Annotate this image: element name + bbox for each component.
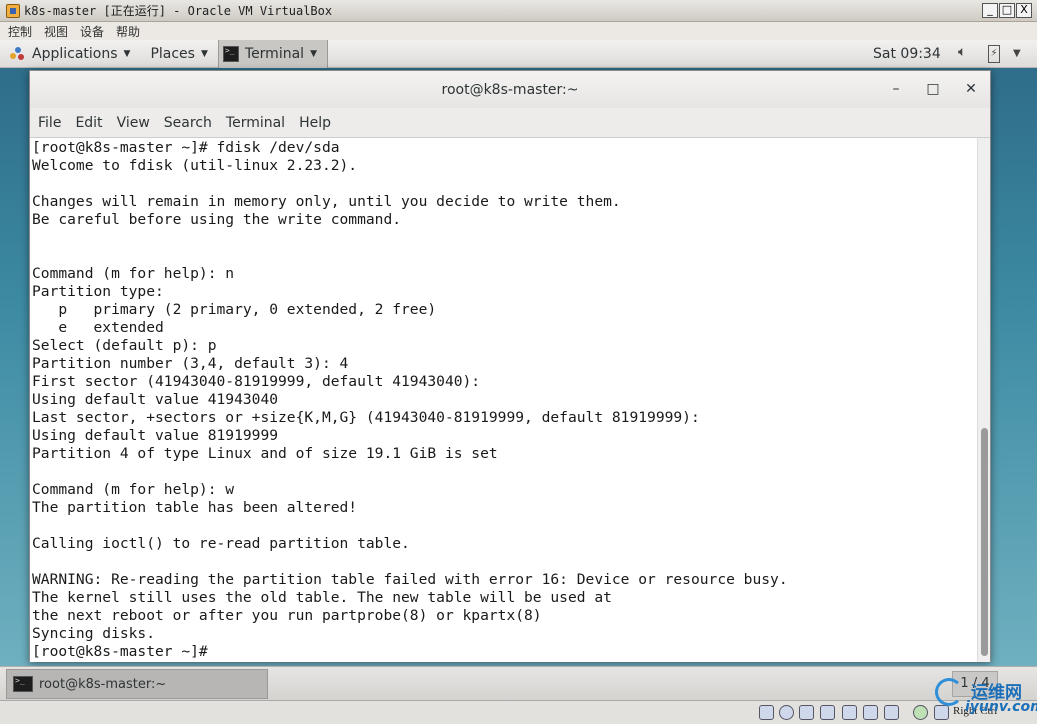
applications-menu[interactable]: Applications ▼: [0, 40, 140, 68]
volume-icon[interactable]: 🔈︎: [958, 44, 966, 60]
terminal-line: p primary (2 primary, 0 extended, 2 free…: [32, 301, 437, 318]
gnome-foot-icon: [10, 46, 24, 61]
terminal-icon: >_: [13, 676, 33, 692]
menu-file[interactable]: File: [38, 115, 68, 131]
watermark-text-url: iyunv.com: [965, 699, 1037, 715]
window-close-button[interactable]: ✕: [963, 81, 979, 97]
watermark-logo: 运维网 iyunv.com: [935, 676, 1037, 720]
menu-help[interactable]: Help: [299, 115, 338, 131]
usb-icon: [884, 705, 899, 720]
terminal-line: the next reboot or after you run partpro…: [32, 607, 542, 624]
terminal-icon: >_: [222, 45, 239, 62]
terminal-menu-label: Terminal: [244, 45, 305, 62]
vbox-menubar: 控制 视图 设备 帮助: [0, 22, 1037, 40]
terminal-line: Partition 4 of type Linux and of size 19…: [32, 445, 498, 462]
shared-folder-icon: [842, 705, 857, 720]
terminal-line: Last sector, +sectors or +size{K,M,G} (4…: [32, 409, 700, 426]
terminal-line: Select (default p): p: [32, 337, 217, 354]
terminal-line: e extended: [32, 319, 164, 336]
minimize-button[interactable]: _: [982, 3, 998, 18]
places-label: Places: [150, 45, 195, 62]
terminal-line: Command (m for help): n: [32, 265, 235, 282]
terminal-line: First sector (41943040-81919999, default…: [32, 373, 481, 390]
menu-search[interactable]: Search: [164, 115, 219, 131]
chevron-down-icon: ▼: [123, 48, 131, 59]
vbox-statusbar: Right Ctrl: [0, 700, 1037, 724]
vbox-title-bar: k8s-master [正在运行] - Oracle VM VirtualBox…: [0, 0, 1037, 22]
terminal-line: Calling ioctl() to re-read partition tab…: [32, 535, 410, 552]
terminal-line: Partition type:: [32, 283, 164, 300]
menu-edit[interactable]: Edit: [75, 115, 109, 131]
terminal-line: Partition number (3,4, default 3): 4: [32, 355, 349, 372]
terminal-line: Be careful before using the write comman…: [32, 211, 402, 228]
terminal-line: The kernel still uses the old table. The…: [32, 589, 612, 606]
window-maximize-button[interactable]: □: [925, 81, 941, 97]
menu-terminal[interactable]: Terminal: [226, 115, 292, 131]
vbox-menu-control[interactable]: 控制: [8, 23, 32, 40]
terminal-window-title: root@k8s-master:~: [441, 81, 579, 98]
close-button[interactable]: X: [1016, 3, 1032, 18]
clock[interactable]: Sat 09:34: [873, 46, 941, 62]
terminal-line: The partition table has been altered!: [32, 499, 358, 516]
terminal-line: WARNING: Re-reading the partition table …: [32, 571, 788, 588]
chevron-down-icon: ▼: [200, 48, 208, 59]
terminal-line: Changes will remain in memory only, unti…: [32, 193, 621, 210]
taskbar-item-label: root@k8s-master:~: [39, 676, 167, 692]
chevron-down-icon: ▼: [310, 48, 317, 59]
virtualbox-logo-icon: [6, 3, 20, 18]
vbox-menu-view[interactable]: 视图: [44, 23, 68, 40]
terminal-output[interactable]: [root@k8s-master ~]# fdisk /dev/sda Welco…: [30, 138, 978, 662]
vbox-window-title: k8s-master [正在运行] - Oracle VM VirtualBox: [24, 4, 333, 18]
display-icon: [863, 705, 878, 720]
window-minimize-button[interactable]: –: [888, 81, 904, 97]
terminal-line: Command (m for help): w: [32, 481, 235, 498]
hard-disk-icon: [759, 705, 774, 720]
scrollbar-thumb[interactable]: [981, 428, 988, 656]
terminal-line: [root@k8s-master ~]# fdisk /dev/sda: [32, 139, 340, 156]
taskbar-item-terminal[interactable]: >_ root@k8s-master:~: [6, 669, 268, 699]
terminal-titlebar[interactable]: root@k8s-master:~ – □ ✕: [30, 71, 990, 108]
places-menu[interactable]: Places ▼: [140, 40, 217, 68]
vbox-menu-devices[interactable]: 设备: [80, 23, 104, 40]
terminal-line: Syncing disks.: [32, 625, 156, 642]
terminal-window: root@k8s-master:~ – □ ✕ File Edit View S…: [29, 70, 991, 662]
terminal-menubar: File Edit View Search Terminal Help: [30, 108, 990, 138]
terminal-line: Using default value 41943040: [32, 391, 279, 408]
guest-additions-icon: [913, 705, 928, 720]
terminal-line: Welcome to fdisk (util-linux 2.23.2).: [32, 157, 358, 174]
menu-view[interactable]: View: [117, 115, 157, 131]
audio-icon: [799, 705, 814, 720]
gnome-bottom-panel: >_ root@k8s-master:~ 1 / 4: [0, 666, 1037, 700]
power-icon[interactable]: ⚡︎: [988, 45, 1000, 63]
maximize-button[interactable]: □: [999, 3, 1015, 18]
network-icon: [820, 705, 835, 720]
optical-drive-icon: [779, 705, 794, 720]
watermark-ring-icon: [935, 678, 963, 706]
terminal-line: [root@k8s-master ~]#: [32, 643, 217, 660]
system-menu-chevron-icon[interactable]: ▼: [1013, 48, 1021, 59]
terminal-scrollbar[interactable]: [977, 138, 990, 662]
terminal-app-menu[interactable]: >_ Terminal ▼: [217, 39, 328, 68]
terminal-line: Using default value 81919999: [32, 427, 279, 444]
vbox-menu-help[interactable]: 帮助: [116, 23, 140, 40]
applications-label: Applications: [32, 45, 118, 62]
